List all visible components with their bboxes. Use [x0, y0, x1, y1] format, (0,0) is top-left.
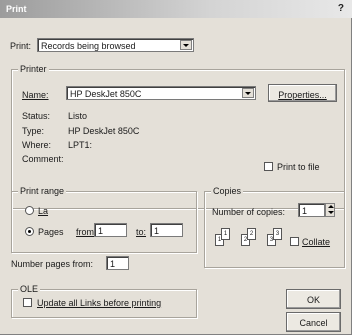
properties-button[interactable]: Properties...: [268, 84, 337, 102]
collate-checkbox[interactable]: [290, 237, 299, 246]
copies-spinner[interactable]: [325, 203, 335, 217]
print-range-all-label: La: [38, 206, 49, 216]
number-pages-input[interactable]: 1: [106, 256, 129, 270]
print-range-pages-radio[interactable]: [25, 227, 34, 236]
printer-group-label: Printer: [18, 64, 49, 74]
update-links-label: Update all Links before printing: [37, 298, 162, 308]
print-range-label: Print range: [18, 186, 67, 196]
number-of-copies-label: Number of copies:: [212, 207, 286, 217]
from-page-input[interactable]: 1: [94, 223, 127, 237]
title-bar: Print ?: [0, 0, 352, 18]
status-label: Status:: [22, 111, 51, 121]
where-value: LPT1:: [68, 140, 93, 150]
chevron-down-icon[interactable]: [180, 40, 192, 50]
comment-label: Comment:: [22, 154, 64, 164]
copies-label: Copies: [211, 186, 244, 196]
ole-group-label: OLE: [18, 284, 41, 294]
collate-label: Collate: [302, 237, 331, 247]
print-range-all-radio[interactable]: [25, 206, 34, 215]
page-icon: 3: [273, 228, 282, 240]
number-pages-label: Number pages from:: [11, 259, 94, 269]
print-what-dropdown[interactable]: Records being browsed: [37, 38, 194, 52]
spin-down-icon[interactable]: [328, 211, 334, 214]
print-to-file-label: Print to file: [277, 162, 320, 172]
help-icon[interactable]: ?: [338, 3, 344, 14]
printer-name-value: HP DeskJet 850C: [70, 89, 142, 99]
spin-up-icon[interactable]: [328, 205, 334, 208]
copies-value: 1: [302, 206, 308, 216]
copies-input[interactable]: 1: [298, 203, 325, 217]
to-page-input[interactable]: 1: [150, 223, 183, 237]
page-icon: 1: [221, 228, 230, 240]
collate-pages-illustration: 1 1 2 2 3 3: [215, 228, 295, 250]
print-range-pages-label: Pages: [38, 227, 64, 237]
print-dialog: Print ? Print: Records being browsed Pri…: [0, 0, 352, 335]
status-value: Listo: [68, 111, 88, 121]
ok-button-label: OK: [306, 295, 320, 305]
update-links-checkbox[interactable]: [23, 298, 32, 307]
from-page-value: 1: [98, 226, 104, 236]
print-range-group: [11, 191, 197, 253]
print-what-value: Records being browsed: [41, 41, 136, 51]
to-page-value: 1: [154, 226, 160, 236]
printer-name-label: Name:: [22, 90, 49, 100]
type-label: Type:: [22, 126, 45, 136]
print-what-label: Print:: [10, 41, 32, 51]
number-pages-value: 1: [110, 259, 116, 269]
where-label: Where:: [22, 140, 52, 150]
page-icon: 2: [247, 228, 256, 240]
type-value: HP DeskJet 850C: [68, 126, 140, 136]
print-to-file-checkbox[interactable]: [264, 162, 273, 171]
cancel-button[interactable]: Cancel: [286, 312, 341, 332]
properties-button-label: Properties...: [278, 90, 327, 100]
cancel-button-label: Cancel: [299, 318, 328, 328]
ok-button[interactable]: OK: [286, 289, 341, 309]
window-title: Print: [6, 4, 27, 14]
printer-name-dropdown[interactable]: HP DeskJet 850C: [66, 86, 256, 100]
chevron-down-icon[interactable]: [242, 88, 254, 98]
to-label: to:: [136, 227, 147, 237]
